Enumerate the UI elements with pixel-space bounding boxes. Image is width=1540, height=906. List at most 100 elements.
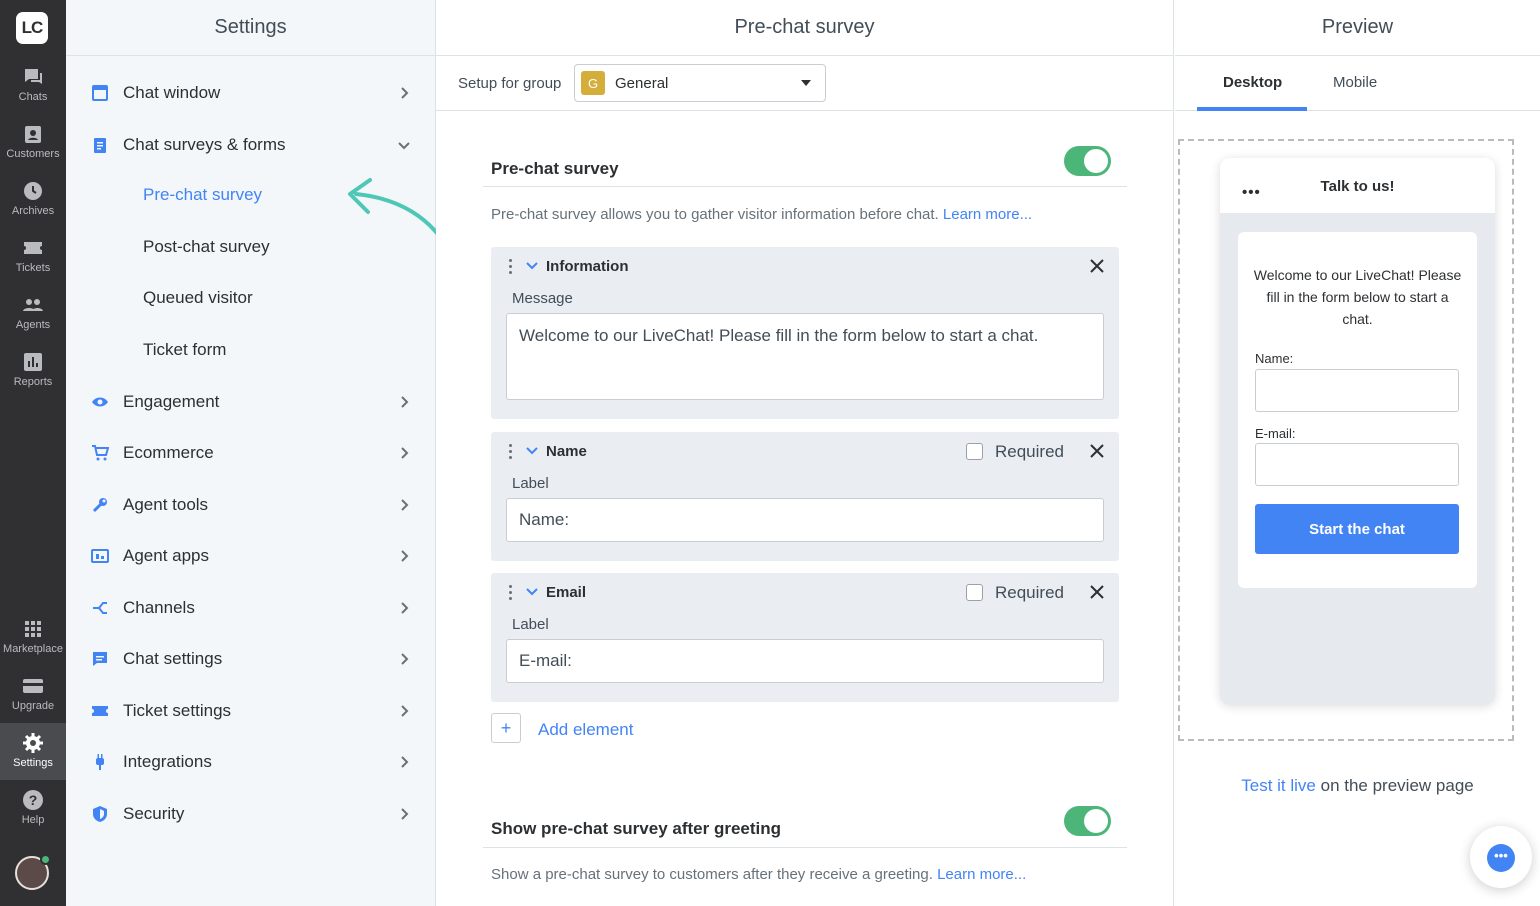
close-icon[interactable] bbox=[1090, 259, 1104, 273]
user-avatar[interactable] bbox=[15, 854, 51, 890]
chevron-right-icon bbox=[401, 808, 409, 820]
required-checkbox[interactable] bbox=[966, 584, 983, 601]
group-name: General bbox=[615, 75, 669, 92]
learn-more-link[interactable]: Learn more... bbox=[937, 866, 1026, 883]
plug-icon bbox=[96, 754, 104, 770]
menu-item-security[interactable]: Security bbox=[66, 794, 436, 834]
widget-title: Talk to us! bbox=[1320, 178, 1395, 195]
menu-item-engagement[interactable]: Engagement bbox=[66, 382, 436, 422]
test-it-live-link[interactable]: Test it live bbox=[1241, 776, 1316, 795]
message-textarea[interactable]: Welcome to our LiveChat! Please fill in … bbox=[506, 313, 1104, 400]
start-chat-button[interactable]: Start the chat bbox=[1255, 504, 1459, 554]
menu-item-channels[interactable]: Channels bbox=[66, 588, 436, 628]
menu-item-agent-apps[interactable]: Agent apps bbox=[66, 536, 436, 576]
chevron-down-icon[interactable] bbox=[525, 259, 539, 273]
eye-icon bbox=[92, 397, 108, 407]
field-label: Label bbox=[512, 616, 549, 633]
menu-item-ticket-settings[interactable]: Ticket settings bbox=[66, 691, 436, 731]
test-live-text: Test it live on the preview page bbox=[1241, 776, 1474, 795]
rail-item-help[interactable]: ? Help bbox=[0, 780, 66, 837]
divider bbox=[436, 110, 1174, 111]
rail-item-chats[interactable]: Chats bbox=[0, 57, 66, 114]
email-label-input[interactable]: E-mail: bbox=[506, 639, 1104, 683]
rail-label: Tickets bbox=[15, 262, 51, 274]
rail-item-upgrade[interactable]: Upgrade bbox=[0, 666, 66, 723]
rail-item-marketplace[interactable]: Marketplace bbox=[0, 609, 66, 666]
widget-email-input[interactable] bbox=[1255, 443, 1459, 486]
rail-item-reports[interactable]: Reports bbox=[0, 342, 66, 399]
rail-item-tickets[interactable]: Tickets bbox=[0, 228, 66, 285]
livechat-logo[interactable]: LC bbox=[16, 12, 48, 44]
chevron-right-icon bbox=[401, 602, 409, 614]
menu-item-agent-tools[interactable]: Agent tools bbox=[66, 485, 436, 525]
submenu-post-chat-survey[interactable]: Post-chat survey bbox=[143, 237, 270, 257]
help-icon: ? bbox=[23, 790, 43, 810]
shield-icon bbox=[93, 806, 107, 822]
section-divider bbox=[483, 186, 1127, 187]
page-title: Pre-chat survey bbox=[436, 0, 1173, 56]
rail-label: Reports bbox=[13, 376, 53, 388]
caret-down-icon bbox=[801, 80, 811, 86]
element-title: Information bbox=[546, 258, 629, 275]
element-title: Email bbox=[546, 584, 587, 601]
menu-item-integrations[interactable]: Integrations bbox=[66, 742, 436, 782]
chevron-right-icon bbox=[401, 756, 409, 768]
close-icon[interactable] bbox=[1090, 444, 1104, 458]
clipboard-icon bbox=[94, 138, 106, 153]
submenu-pre-chat-survey[interactable]: Pre-chat survey bbox=[143, 185, 262, 205]
drag-handle-icon[interactable] bbox=[509, 259, 513, 275]
drag-handle-icon[interactable] bbox=[509, 444, 513, 460]
group-badge: G bbox=[581, 71, 605, 95]
chat-bubble-icon: ••• bbox=[1487, 844, 1515, 872]
section-description: Show a pre-chat survey to customers afte… bbox=[491, 866, 1027, 883]
rail-item-settings[interactable]: Settings bbox=[0, 723, 66, 780]
nav-rail: LC Chats Customers Archives Tickets Agen… bbox=[0, 0, 66, 906]
chevron-down-icon[interactable] bbox=[525, 585, 539, 599]
submenu-queued-visitor[interactable]: Queued visitor bbox=[143, 288, 253, 308]
widget-form: Welcome to our LiveChat! Please fill in … bbox=[1238, 232, 1477, 588]
group-select[interactable]: G General bbox=[574, 64, 826, 102]
tickets-icon bbox=[24, 242, 42, 254]
active-tab-indicator bbox=[1197, 107, 1307, 111]
chevron-down-icon[interactable] bbox=[525, 444, 539, 458]
rail-item-agents[interactable]: Agents bbox=[0, 285, 66, 342]
rail-label: Chats bbox=[18, 91, 48, 103]
menu-item-ecommerce[interactable]: Ecommerce bbox=[66, 433, 436, 473]
chevron-right-icon bbox=[401, 653, 409, 665]
required-label: Required bbox=[995, 583, 1064, 602]
close-icon[interactable] bbox=[1090, 585, 1104, 599]
menu-item-chat-surveys-forms[interactable]: Chat surveys & forms bbox=[66, 125, 436, 165]
toggle-knob bbox=[1084, 809, 1108, 833]
tab-mobile[interactable]: Mobile bbox=[1333, 74, 1377, 91]
learn-more-link[interactable]: Learn more... bbox=[943, 206, 1032, 223]
drag-handle-icon[interactable] bbox=[509, 585, 513, 601]
add-element-link[interactable]: Add element bbox=[538, 720, 633, 740]
widget-name-input[interactable] bbox=[1255, 369, 1459, 412]
add-element-button[interactable]: + bbox=[491, 713, 521, 743]
reports-icon bbox=[24, 353, 42, 371]
chat-launcher-button[interactable]: ••• bbox=[1470, 826, 1532, 888]
menu-item-chat-settings[interactable]: Chat settings bbox=[66, 639, 436, 679]
chevron-right-icon bbox=[401, 499, 409, 511]
name-label-input[interactable]: Name: bbox=[506, 498, 1104, 542]
marketplace-icon bbox=[25, 621, 41, 637]
submenu-ticket-form[interactable]: Ticket form bbox=[143, 340, 226, 360]
field-label: Label bbox=[512, 475, 549, 492]
section-divider bbox=[483, 847, 1127, 848]
tab-desktop[interactable]: Desktop bbox=[1223, 74, 1282, 91]
rail-item-customers[interactable]: Customers bbox=[0, 114, 66, 171]
ticket-icon bbox=[92, 706, 108, 716]
survey-element-name: Name Required Label Name: bbox=[491, 432, 1119, 561]
required-checkbox[interactable] bbox=[966, 443, 983, 460]
rail-label: Settings bbox=[13, 757, 53, 769]
pre-chat-survey-toggle[interactable] bbox=[1064, 146, 1111, 176]
after-greeting-toggle[interactable] bbox=[1064, 806, 1111, 836]
chat-widget-preview: ••• Talk to us! Welcome to our LiveChat!… bbox=[1220, 158, 1495, 704]
widget-header: ••• Talk to us! bbox=[1220, 158, 1495, 213]
required-label: Required bbox=[995, 442, 1064, 461]
rail-label: Agents bbox=[15, 319, 51, 331]
chevron-right-icon bbox=[401, 550, 409, 562]
rail-item-archives[interactable]: Archives bbox=[0, 171, 66, 228]
chevron-right-icon bbox=[401, 447, 409, 459]
menu-item-chat-window[interactable]: Chat window bbox=[66, 73, 436, 113]
